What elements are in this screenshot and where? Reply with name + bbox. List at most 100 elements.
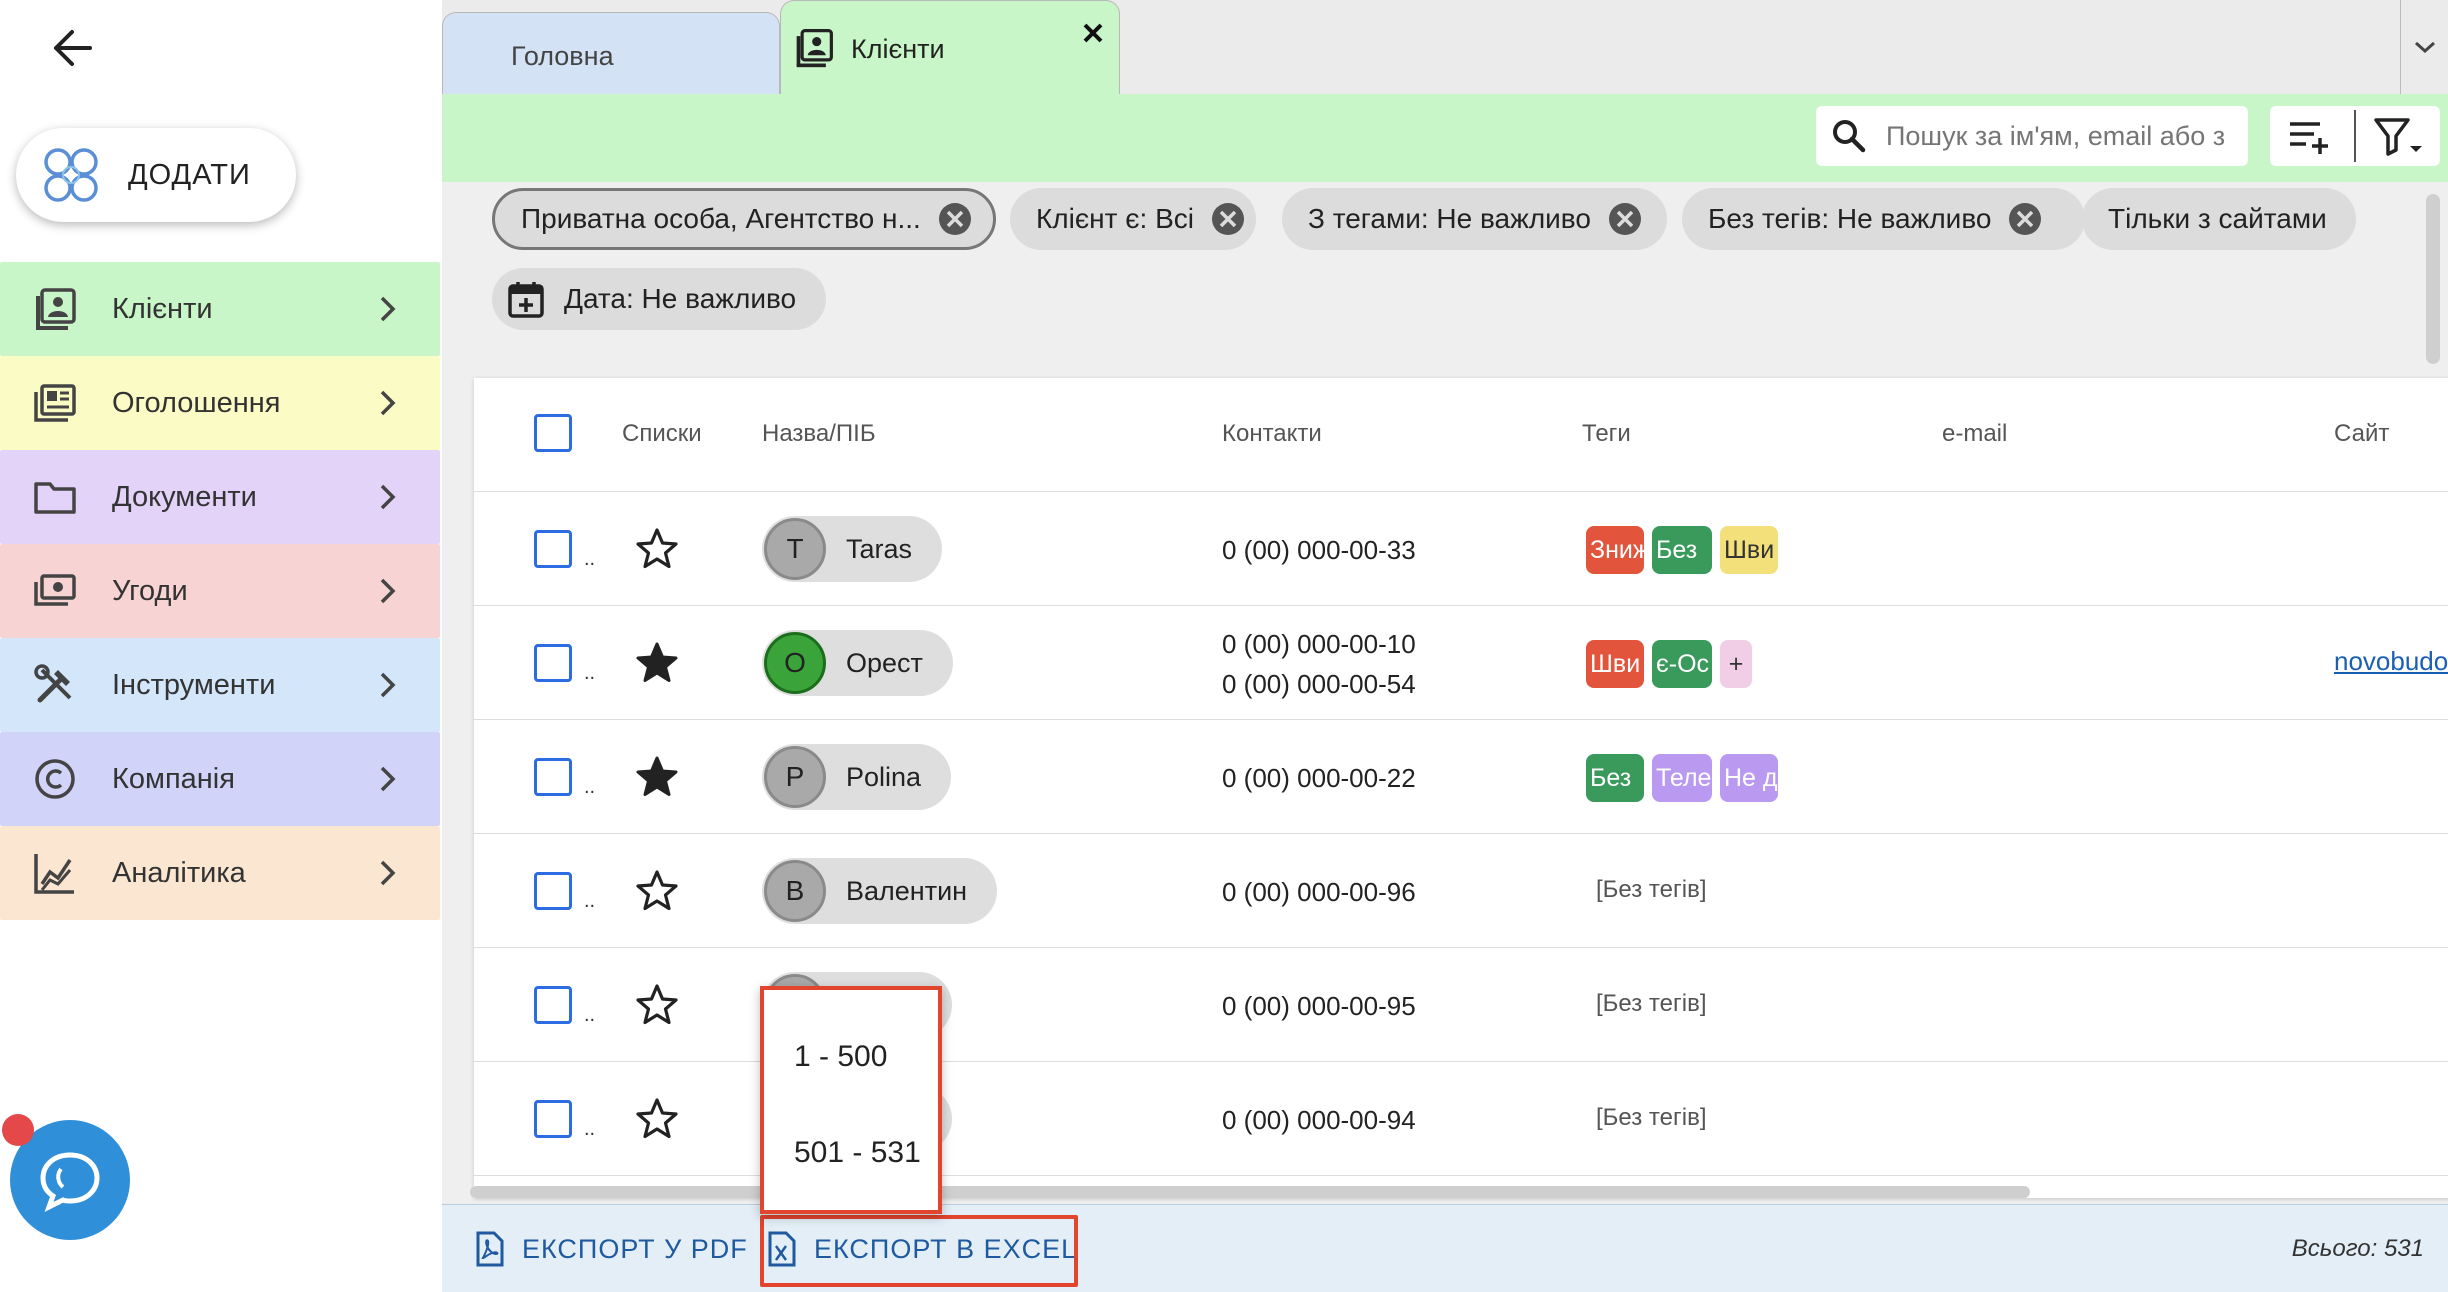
tag[interactable]: Зниж [1586, 526, 1644, 574]
vertical-scrollbar[interactable] [2426, 194, 2440, 364]
close-circle-icon[interactable] [2007, 201, 2043, 237]
chevron-right-icon [380, 484, 396, 510]
footer-bar: ЕКСПОРТ У PDF ЕКСПОРТ В EXCEL Всього: 53… [442, 1204, 2448, 1292]
chevron-right-icon [380, 860, 396, 886]
tag[interactable]: Без [1652, 526, 1712, 574]
tab-clients[interactable]: Клієнти [780, 0, 1120, 94]
header-name[interactable]: Назва/ПІБ [762, 420, 876, 448]
row-checkbox[interactable] [534, 1100, 572, 1138]
row-more[interactable]: .. [584, 776, 595, 799]
client-chip[interactable]: P Polina [762, 744, 952, 810]
header-site[interactable]: Сайт [2334, 420, 2389, 448]
tag[interactable]: Не д [1720, 754, 1778, 802]
star-outline-icon[interactable] [634, 982, 680, 1028]
no-tags: [Без тегів] [1596, 990, 1707, 1017]
client-chip[interactable]: В Валентин [762, 858, 998, 924]
app-window: ДОДАТИ Клієнти Оголошення Документи Угод… [0, 0, 2448, 1292]
chevron-right-icon [380, 296, 396, 322]
excel-file-icon [768, 1231, 796, 1267]
tab-home-label: Головна [511, 41, 614, 71]
tag[interactable]: Шви [1720, 526, 1778, 574]
row-more[interactable]: .. [584, 1118, 595, 1141]
add-logo-icon [44, 148, 98, 202]
sidebar-item-tools[interactable]: Інструменти [0, 638, 440, 732]
filter-chip-with-tags[interactable]: З тегами: Не важливо [1282, 188, 1667, 250]
tag-more[interactable]: + [1720, 640, 1752, 688]
export-excel-button[interactable]: ЕКСПОРТ В EXCEL [762, 1225, 1077, 1273]
close-circle-icon[interactable] [1607, 201, 1643, 237]
row-more[interactable]: .. [584, 548, 595, 571]
star-outline-icon[interactable] [634, 526, 680, 572]
sidebar-item-analytics[interactable]: Аналітика [0, 826, 440, 920]
export-pdf-button[interactable]: ЕКСПОРТ У PDF [470, 1225, 748, 1273]
star-outline-icon[interactable] [634, 1096, 680, 1142]
chip-label: Дата: Не важливо [564, 283, 797, 314]
search-input[interactable] [1886, 120, 2240, 152]
tag[interactable]: Без [1586, 754, 1644, 802]
header-contacts[interactable]: Контакти [1222, 420, 1322, 448]
chip-label: Приватна особа, Агентство н... [521, 203, 921, 234]
close-icon[interactable] [1077, 17, 1109, 49]
sidebar-item-label: Клієнти [112, 292, 213, 325]
add-button[interactable]: ДОДАТИ [16, 128, 296, 222]
sidebar-item-company[interactable]: Компанія [0, 732, 440, 826]
row-checkbox[interactable] [534, 758, 572, 796]
header-lists[interactable]: Списки [622, 420, 702, 448]
sidebar-item-deals[interactable]: Угоди [0, 544, 440, 638]
header-email[interactable]: e-mail [1942, 420, 2007, 448]
filter-chip-date[interactable]: Дата: Не важливо [492, 268, 826, 330]
tag[interactable]: Шви [1586, 640, 1644, 688]
filter-chip-client[interactable]: Клієнт є: Всі [1010, 188, 1256, 250]
client-name: Орест [846, 647, 923, 678]
export-range-item[interactable]: 501 - 531 [794, 1136, 921, 1170]
chevron-down-icon[interactable] [2400, 0, 2448, 94]
row-more[interactable]: .. [584, 662, 595, 685]
filter-chip-type[interactable]: Приватна особа, Агентство н... [492, 188, 996, 250]
tag[interactable]: Теле [1652, 754, 1712, 802]
back-arrow-icon[interactable] [44, 22, 100, 74]
row-checkbox[interactable] [534, 644, 572, 682]
close-circle-icon[interactable] [1210, 201, 1246, 237]
select-all-checkbox[interactable] [534, 414, 572, 452]
sidebar-item-ads[interactable]: Оголошення [0, 356, 440, 450]
row-more[interactable]: .. [584, 890, 595, 913]
close-circle-icon[interactable] [937, 201, 973, 237]
client-chip[interactable]: O Орест [762, 630, 953, 696]
row-more[interactable]: .. [584, 1004, 595, 1027]
add-filter-icon[interactable] [2284, 114, 2336, 158]
tag[interactable]: є-Ос [1652, 640, 1712, 688]
star-outline-icon[interactable] [634, 868, 680, 914]
site-link[interactable]: novobudov [2334, 646, 2448, 677]
contacts-book-icon [36, 288, 76, 330]
filter-chip-without-tags[interactable]: Без тегів: Не важливо [1682, 188, 2085, 250]
no-tags: [Без тегів] [1596, 1104, 1707, 1131]
filter-menu-icon[interactable] [2370, 112, 2426, 160]
copyright-icon [35, 759, 75, 799]
horizontal-scrollbar[interactable] [470, 1186, 2030, 1198]
table-row[interactable]: .. P Polina 0 (00) 000-00-22 Без Теле Не… [474, 720, 2448, 834]
table-row[interactable]: .. T Taras 0 (00) 000-00-33 Зниж Без Шви [474, 492, 2448, 606]
client-chip[interactable]: T Taras [762, 516, 943, 582]
sidebar-item-label: Інструменти [112, 668, 276, 701]
star-filled-icon[interactable] [634, 640, 680, 686]
sidebar-item-documents[interactable]: Документи [0, 450, 440, 544]
row-checkbox[interactable] [534, 530, 572, 568]
phone: 0 (00) 000-00-33 [1222, 535, 1416, 565]
client-name: Polina [846, 761, 922, 792]
client-name: Taras [846, 533, 913, 564]
sidebar-item-clients[interactable]: Клієнти [0, 262, 440, 356]
row-checkbox[interactable] [534, 872, 572, 910]
filter-chip-sites-only[interactable]: Тільки з сайтами [2082, 188, 2356, 250]
tags: Зниж Без Шви [1586, 526, 1778, 574]
contacts: 0 (00) 000-00-94 [1222, 1100, 1416, 1140]
export-range-item[interactable]: 1 - 500 [794, 1040, 887, 1074]
export-excel-label: ЕКСПОРТ В EXCEL [814, 1233, 1078, 1264]
sidebar-item-label: Аналітика [112, 856, 246, 889]
table-row[interactable]: .. В Валентин 0 (00) 000-00-96 [Без тегі… [474, 834, 2448, 948]
table-row[interactable]: .. O Орест 0 (00) 000-00-10 0 (00) 000-0… [474, 606, 2448, 720]
table-header: Списки Назва/ПІБ Контакти Теги e-mail Са… [474, 378, 2448, 492]
tab-home[interactable]: Головна [442, 12, 780, 94]
row-checkbox[interactable] [534, 986, 572, 1024]
header-tags[interactable]: Теги [1582, 420, 1631, 448]
star-filled-icon[interactable] [634, 754, 680, 800]
